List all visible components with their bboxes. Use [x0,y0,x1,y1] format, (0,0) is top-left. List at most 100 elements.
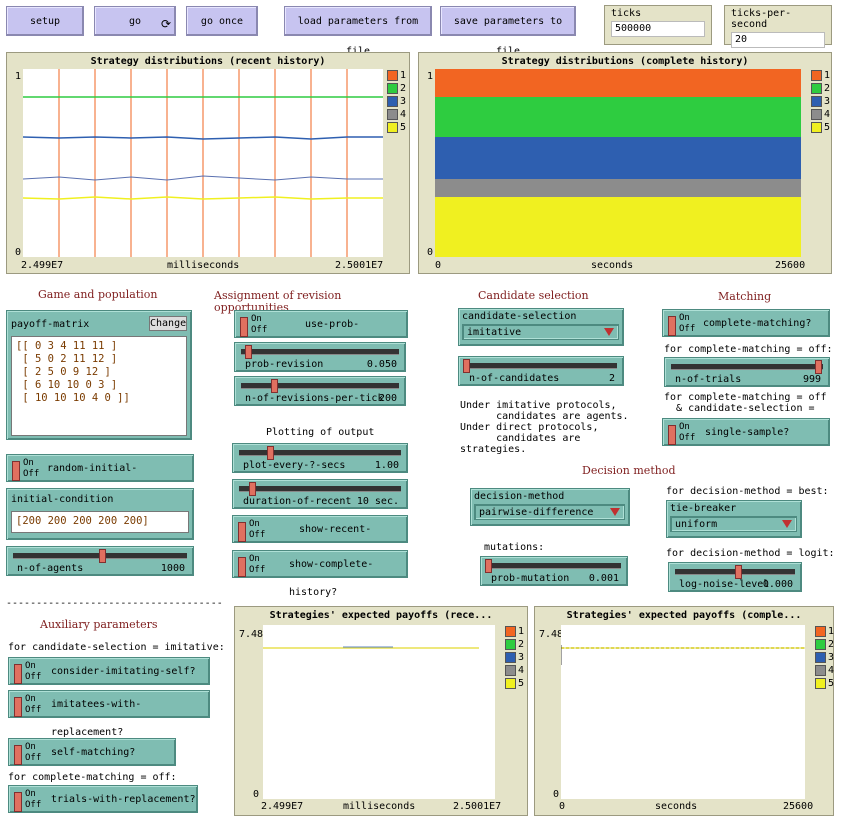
y-max-tick: 1 [427,71,434,82]
plot-area [23,69,383,257]
save-parameters-button[interactable]: save parameters to file [440,6,576,57]
random-initial-condition-switch[interactable]: OnOff random-initial-condition? [6,454,194,502]
n-of-candidates-slider[interactable]: n-of-candidates 2 [458,356,624,386]
legend-item-4: 4 [505,664,524,677]
log-noise-level-slider[interactable]: log-noise-level 0.000 [668,562,802,592]
payoff-matrix-input[interactable]: payoff-matrix Change [[ 0 3 4 11 11 ] [ … [6,310,192,440]
plot-every-slider[interactable]: plot-every-?-secs 1.00 [232,443,408,473]
x-min-tick: 0 [435,260,442,271]
heading-candidate: Candidate selection [478,289,589,302]
complete-matching-switch[interactable]: On Off complete-matching? [662,309,830,337]
show-complete-history-switch[interactable]: On Off show-complete-history? [232,550,408,598]
imitatees-with-replacement-switch[interactable]: On Off imitatees-with-replacement? [8,690,210,738]
legend-item-3: 3 [505,651,524,664]
switch-toggle[interactable]: On Off [236,518,265,542]
y-min-tick: 0 [253,789,260,800]
n-of-revisions-per-tick-slider[interactable]: n-of-revisions-per-tick 200 [234,376,406,406]
show-recent-history-switch[interactable]: OnOff show-recent-history? [232,515,408,563]
x-max-tick: 25600 [775,260,806,271]
heading-decision: Decision method [582,464,676,477]
switch-toggle[interactable]: On Off [666,421,695,445]
n-of-agents-slider[interactable]: n-of-agents 1000 [6,546,194,576]
chooser-value[interactable]: pairwise-difference [474,504,625,520]
self-matching-switch[interactable]: On Off self-matching? [8,738,176,766]
legend-item-5: 5 [505,677,524,690]
note-dm-logit: for decision-method = logit: [666,548,835,559]
change-button[interactable]: Change [149,316,187,331]
prob-mutation-slider[interactable]: prob-mutation 0.001 [480,556,628,586]
plot-area [561,625,805,799]
slider-handle[interactable] [249,482,256,496]
legend-item-3: 3 [815,651,834,664]
candidate-selection-chooser[interactable]: candidate-selection imitative [458,308,624,346]
slider-handle[interactable] [815,360,822,374]
payoff-matrix-label: payoff-matrix [11,319,90,330]
plot-area [435,69,801,257]
consider-imitating-self-switch[interactable]: On Off consider-imitating-self? [8,657,210,685]
slider-handle[interactable] [735,565,742,579]
x-label: milliseconds [167,260,240,271]
load-parameters-button[interactable]: load parameters from file [284,6,432,57]
slider-handle[interactable] [99,549,106,563]
plot-title: Strategy distributions (recent history) [90,56,326,67]
switch-toggle[interactable]: On Off [666,312,695,336]
chevron-down-icon [604,328,614,336]
n-of-trials-slider[interactable]: n-of-trials 999 [664,357,830,387]
go-once-button[interactable]: go once [186,6,258,36]
heading-matching: Matching [718,290,772,303]
tie-breaker-chooser[interactable]: tie-breaker uniform [666,500,802,538]
y-max-tick: 7.48 [539,629,564,640]
use-prob-revision-switch[interactable]: OnOff use-prob-revision? [234,310,408,358]
switch-toggle[interactable]: On Off [12,693,41,717]
switch-toggle[interactable]: On Off [236,553,265,577]
plot-strategy-distributions-recent: Strategy distributions (recent history) … [6,52,410,274]
single-sample-switch[interactable]: On Off single-sample? [662,418,830,446]
ticks-per-second-monitor: ticks-per-second 20 [724,5,832,48]
slider-handle[interactable] [463,359,470,373]
note-complete-matching-off: for complete-matching = off: [664,344,833,355]
legend: 1 2 3 4 5 [815,625,834,690]
plot-area [263,625,495,799]
legend: 1 2 3 4 5 [387,69,406,134]
legend-item-2: 2 [387,82,406,95]
slider-handle[interactable] [267,446,274,460]
plot-recent-svg [23,69,383,257]
legend-item-4: 4 [811,108,830,121]
slider-handle[interactable] [245,345,252,359]
payoff-recent-svg [263,646,479,649]
slider-handle[interactable] [485,559,492,573]
legend-item-5: 5 [811,121,830,134]
y-min-tick: 0 [15,247,22,258]
initial-condition-input[interactable]: initial-condition [200 200 200 200 200] [6,488,194,540]
switch-toggle[interactable]: On Off [12,741,41,765]
switch-label: consider-imitating-self? [51,666,196,677]
note-mutations: mutations: [484,542,545,553]
y-min-tick: 0 [553,789,560,800]
initial-condition-label: initial-condition [11,494,114,505]
decision-method-chooser[interactable]: decision-method pairwise-difference [470,488,630,526]
slider-handle[interactable] [271,379,278,393]
candidate-note: Under imitative protocols, candidates ar… [460,400,629,455]
switch-toggle[interactable]: On Off [12,788,41,812]
switch-toggle[interactable]: On Off [12,660,41,684]
duration-of-recent-slider[interactable]: duration-of-recent 10 sec. [232,479,408,509]
chooser-value[interactable]: imitative [462,324,619,340]
payoff-matrix-value[interactable]: [[ 0 3 4 11 11 ] [ 5 0 2 11 12 ] [ 2 5 0… [11,336,187,436]
switch-toggle[interactable]: On Off [10,457,39,481]
legend: 1 2 3 4 5 [811,69,830,134]
chooser-value[interactable]: uniform [670,516,797,532]
x-max-tick: 25600 [783,801,814,812]
tps-value: 20 [731,32,825,48]
go-button[interactable]: go ⟳ [94,6,176,36]
trials-with-replacement-switch[interactable]: On Off trials-with-replacement? [8,785,198,813]
initial-condition-value[interactable]: [200 200 200 200 200] [11,511,189,533]
y-min-tick: 0 [427,247,434,258]
ticks-label: ticks [611,8,642,19]
ticks-monitor: ticks 500000 [604,5,712,45]
chooser-label: tie-breaker [670,503,737,514]
prob-revision-slider[interactable]: prob-revision 0.050 [234,342,406,372]
setup-button[interactable]: setup [6,6,84,36]
plot-title: Strategy distributions (complete history… [501,56,749,67]
forever-icon: ⟳ [160,17,171,31]
switch-toggle[interactable]: On Off [238,313,267,337]
